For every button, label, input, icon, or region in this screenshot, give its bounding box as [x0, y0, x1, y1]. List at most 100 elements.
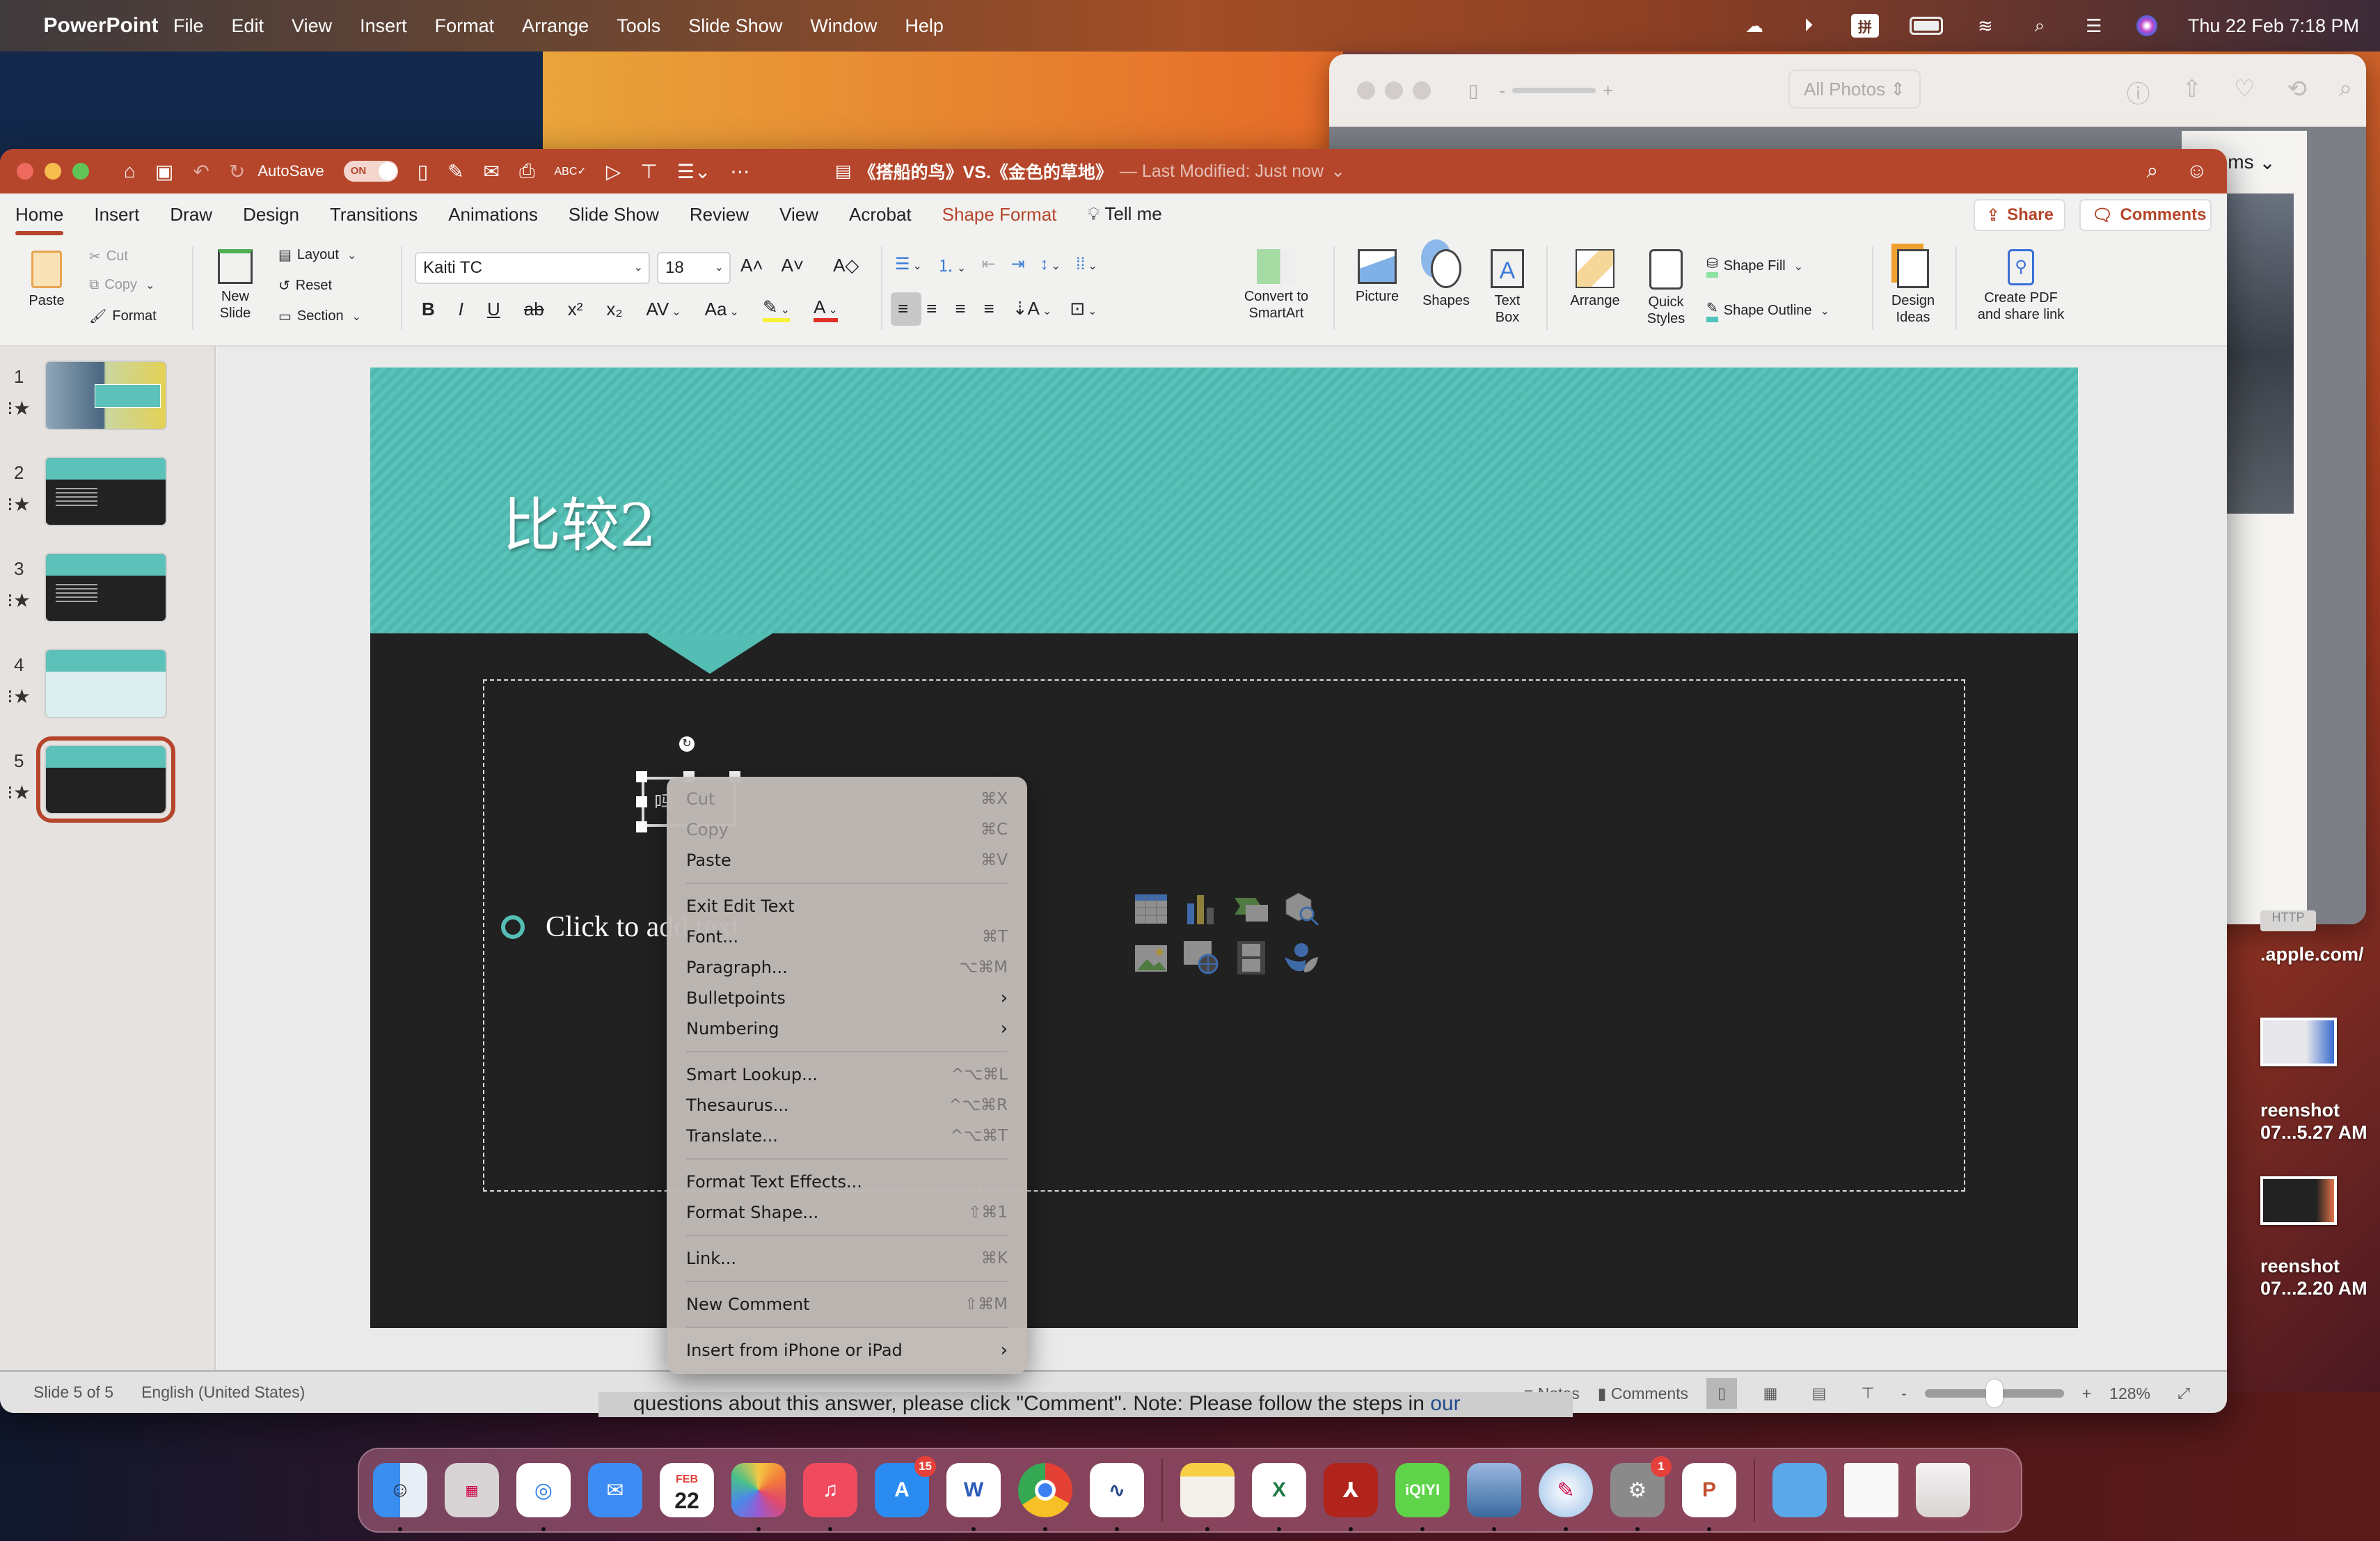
dock-app-store[interactable]: A 15: [875, 1456, 936, 1517]
redo-icon[interactable]: ↻: [229, 160, 245, 183]
paste-button[interactable]: Paste: [15, 251, 78, 309]
menu-help[interactable]: Help: [905, 15, 944, 37]
menu-item-link[interactable]: Link... ⌘K: [667, 1243, 1027, 1274]
tab-animations[interactable]: Animations: [448, 204, 538, 226]
tab-design[interactable]: Design: [243, 204, 299, 226]
text-box-button[interactable]: A Text Box: [1484, 249, 1531, 326]
superscript-button[interactable]: x²: [568, 299, 583, 320]
dock-acrobat[interactable]: ⅄: [1324, 1463, 1378, 1531]
tab-transitions[interactable]: Transitions: [330, 204, 418, 226]
window-zoom-button[interactable]: [1413, 81, 1431, 100]
menu-arrange[interactable]: Arrange: [522, 15, 589, 37]
background-link[interactable]: our: [1430, 1392, 1460, 1415]
dock-photos[interactable]: [731, 1463, 786, 1531]
photos-view-selector[interactable]: All Photos ⇕: [1788, 70, 1921, 109]
reset-button[interactable]: ↺ Reset: [278, 277, 332, 294]
search-icon[interactable]: ⌕: [2147, 159, 2159, 183]
menu-window[interactable]: Window: [810, 15, 877, 37]
columns-button[interactable]: ⁞⁞ ⌄: [1076, 255, 1097, 274]
wifi-icon[interactable]: ≋: [1974, 15, 1997, 36]
tell-me[interactable]: 💡︎ Tell me: [1087, 203, 1161, 226]
new-slide-button[interactable]: New Slide: [206, 249, 264, 322]
design-ideas-button[interactable]: Design Ideas: [1883, 249, 1943, 326]
menu-item-new-comment[interactable]: New Comment ⇧⌘M: [667, 1289, 1027, 1320]
menu-tools[interactable]: Tools: [617, 15, 660, 37]
dock-finder[interactable]: ☺: [373, 1463, 427, 1531]
menu-item-insert-from-iphone-or-ipad[interactable]: Insert from iPhone or iPad ›: [667, 1335, 1027, 1366]
search-icon[interactable]: ⌕: [2339, 75, 2352, 109]
menu-item-paragraph[interactable]: Paragraph... ⌥⌘M: [667, 952, 1027, 983]
desktop-file-name[interactable]: reenshot: [2260, 1256, 2340, 1277]
window-close-button[interactable]: [17, 163, 33, 180]
dock-paintbrush[interactable]: ✎: [1539, 1463, 1593, 1531]
layout-button[interactable]: ▤ Layout ⌄: [278, 246, 356, 264]
dock-iqiyi[interactable]: iQIYI: [1395, 1463, 1450, 1531]
play-slideshow-icon[interactable]: ▷: [606, 160, 621, 183]
align-right-button[interactable]: ≡: [955, 298, 965, 319]
picture-button[interactable]: Picture: [1346, 249, 1409, 305]
tab-insert[interactable]: Insert: [94, 204, 139, 226]
menu-item-translate[interactable]: Translate... ^⌥⌘T: [667, 1121, 1027, 1151]
dock-chrome[interactable]: [1018, 1463, 1072, 1531]
desktop-file-name[interactable]: reenshot: [2260, 1100, 2340, 1121]
insert-table-icon[interactable]: [1132, 890, 1171, 928]
slide-thumbnail-1[interactable]: 1 ⁝★: [0, 361, 216, 437]
dock-notes[interactable]: [1180, 1463, 1235, 1531]
convert-to-smartart-button[interactable]: Convert to SmartArt: [1235, 249, 1318, 322]
control-center-icon[interactable]: ☰: [2082, 15, 2106, 36]
dock-downloads-stack[interactable]: [1772, 1463, 1827, 1517]
align-center-button[interactable]: ≡: [926, 298, 937, 319]
search-icon[interactable]: ⌕: [2028, 15, 2052, 36]
window-minimize-button[interactable]: [1385, 81, 1403, 100]
menu-item-exit-edit-text[interactable]: Exit Edit Text: [667, 891, 1027, 922]
share-button[interactable]: ⇪ Share: [1974, 199, 2065, 231]
tab-slide-show[interactable]: Slide Show: [569, 204, 659, 226]
zoom-level[interactable]: 128%: [2109, 1384, 2150, 1403]
creative-cloud-icon[interactable]: ☁: [1743, 15, 1766, 36]
normal-view-icon[interactable]: ▯: [1706, 1378, 1738, 1409]
zoom-out-icon[interactable]: -: [1499, 80, 1505, 102]
slide-thumbnail-5[interactable]: 5 ⁝★: [0, 736, 216, 823]
photos-zoom-slider[interactable]: [1512, 88, 1596, 93]
comments-toggle-button[interactable]: ▮ Comments: [1598, 1384, 1688, 1403]
zoom-slider[interactable]: [1924, 1380, 2064, 1407]
highlight-color-button[interactable]: ✎ ⌄: [762, 297, 791, 322]
cut-button[interactable]: ✂ Cut: [89, 248, 128, 265]
slide-thumbnail-3[interactable]: 3 ⁝★: [0, 553, 216, 629]
menu-item-bulletpoints[interactable]: Bulletpoints ›: [667, 983, 1027, 1013]
resize-handle[interactable]: [636, 796, 647, 807]
copy-button[interactable]: ⧉ Copy ⌄: [89, 277, 154, 293]
comments-button[interactable]: 🗨︎ Comments: [2079, 199, 2212, 231]
dock-system-settings[interactable]: ⚙ 1: [1610, 1456, 1672, 1531]
dock-recent-document[interactable]: [1844, 1463, 1898, 1517]
tab-shape-format[interactable]: Shape Format: [942, 204, 1057, 226]
menu-item-thesaurus[interactable]: Thesaurus... ^⌥⌘R: [667, 1090, 1027, 1121]
home-icon[interactable]: ⌂: [124, 160, 136, 182]
decrease-font-size-icon[interactable]: A˅: [782, 255, 804, 276]
menu-item-paste[interactable]: Paste ⌘V: [667, 845, 1027, 876]
format-painter-button[interactable]: 🖌︎ Format: [89, 308, 157, 325]
menu-item-smart-lookup[interactable]: Smart Lookup... ^⌥⌘L: [667, 1059, 1027, 1090]
menu-format[interactable]: Format: [435, 15, 495, 37]
zoom-in-button[interactable]: +: [2082, 1384, 2091, 1403]
resize-handle[interactable]: [636, 771, 647, 782]
battery-icon[interactable]: [1909, 17, 1943, 35]
dock-excel[interactable]: X: [1252, 1463, 1306, 1531]
zoom-out-button[interactable]: -: [1901, 1384, 1907, 1403]
menu-insert[interactable]: Insert: [360, 15, 407, 37]
siri-icon[interactable]: [2136, 15, 2157, 36]
character-spacing-button[interactable]: AV ⌄: [646, 299, 681, 320]
bullets-button[interactable]: ☰ ⌄: [895, 254, 922, 274]
align-left-button[interactable]: ≡: [898, 298, 908, 319]
decrease-indent-button[interactable]: ⇤: [981, 254, 995, 274]
dock-freeform[interactable]: ∿: [1090, 1463, 1144, 1531]
share-icon[interactable]: ⇧: [2182, 75, 2202, 109]
spelling-icon[interactable]: ABC✓: [555, 164, 587, 178]
justify-button[interactable]: ≡: [984, 298, 994, 319]
font-size-select[interactable]: 18 ⌄: [657, 252, 731, 284]
rotate-view-icon[interactable]: ▯: [1468, 80, 1478, 102]
increase-indent-button[interactable]: ⇥: [1010, 254, 1024, 274]
slide-sorter-view-icon[interactable]: ▦: [1755, 1378, 1786, 1409]
insert-online-picture-icon[interactable]: [1182, 938, 1221, 977]
text-direction-button[interactable]: ⇣A ⌄: [1013, 298, 1052, 319]
